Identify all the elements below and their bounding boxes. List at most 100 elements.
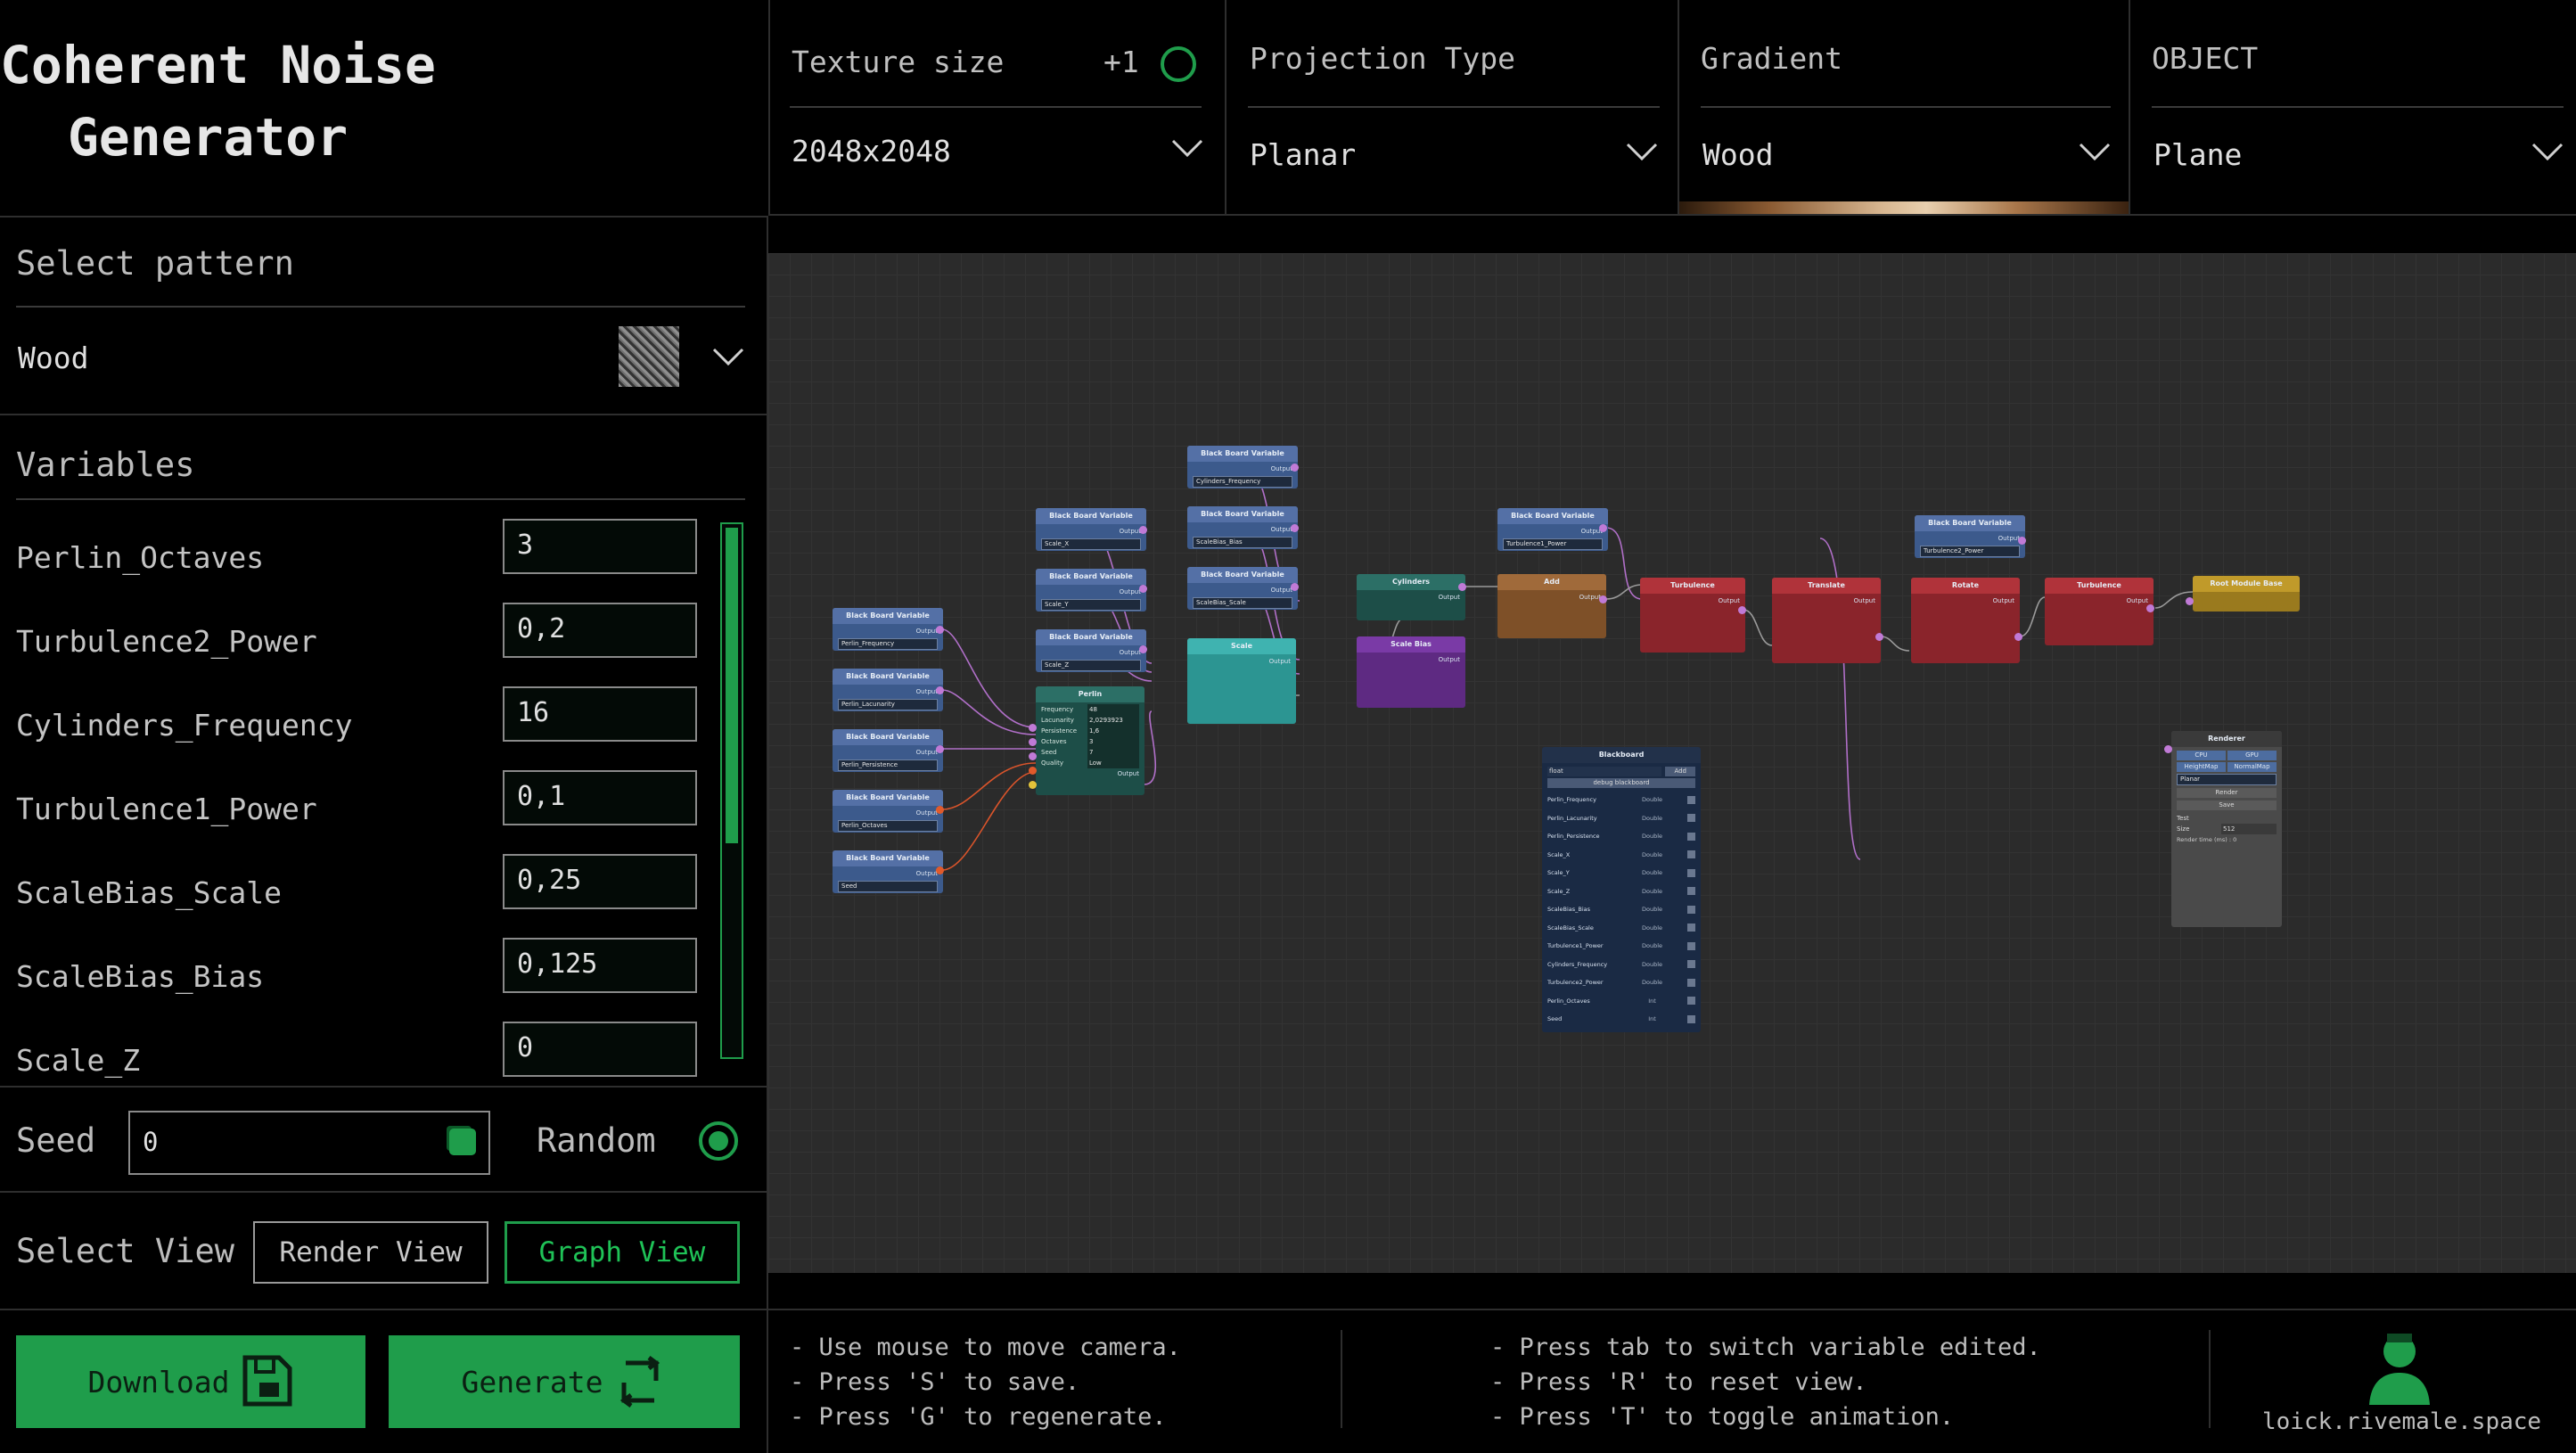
bb-row-checkbox[interactable]	[1687, 1014, 1695, 1023]
perlin-value[interactable]: 7	[1087, 747, 1139, 758]
node-port[interactable]	[1291, 583, 1299, 591]
blackboard-variable-node[interactable]: Black Board Variable Output Scale_Z	[1036, 629, 1146, 672]
bb-row-checkbox[interactable]	[1686, 941, 1695, 950]
variable-input[interactable]: 0,2	[503, 603, 697, 658]
blackboard-variable-node[interactable]: Black Board Variable Output Seed	[833, 850, 943, 893]
renderer-option[interactable]: HeightMap	[2177, 762, 2226, 772]
bb-row-checkbox[interactable]	[1686, 905, 1695, 914]
bb-row-checkbox[interactable]	[1686, 832, 1695, 841]
renderer-save-button[interactable]: Save	[2177, 800, 2277, 810]
variable-input[interactable]: 0,125	[503, 938, 697, 993]
variable-input[interactable]: 0,25	[503, 854, 697, 909]
node-port[interactable]	[1029, 781, 1037, 789]
node-port[interactable]	[2186, 597, 2194, 605]
node-field[interactable]: Scale_Y	[1041, 599, 1141, 611]
blackboard-variable-node[interactable]: Black Board Variable Output Perlin_Lacunar…	[833, 669, 943, 711]
generate-button[interactable]: Generate	[389, 1335, 740, 1428]
node-port[interactable]	[1599, 595, 1607, 603]
renderer-option[interactable]: GPU	[2227, 751, 2277, 760]
node-port[interactable]	[1291, 464, 1299, 472]
node-field[interactable]: Cylinders_Frequency	[1193, 476, 1292, 488]
pattern-select[interactable]: Wood	[16, 321, 745, 396]
renderer-node[interactable]: Renderer CPU GPU HeightMap NormalMap Planar Re…	[2171, 731, 2282, 927]
blackboard-variable-node[interactable]: Black Board Variable Output ScaleBias_Bias	[1187, 506, 1298, 549]
blackboard-panel[interactable]: Blackboard float Add debug blackboard Perlin…	[1542, 747, 1701, 1032]
bb-type[interactable]: float	[1547, 767, 1662, 776]
graph-view[interactable]: Black Board Variable Output Perlin_Frequen…	[768, 253, 2576, 1273]
renderer-test[interactable]: Test	[2177, 813, 2277, 824]
node-port[interactable]	[1139, 585, 1147, 593]
blackboard-variable-node[interactable]: Black Board Variable Output Turbulence1_Po…	[1497, 508, 1608, 551]
object-select[interactable]: Plane	[2152, 125, 2564, 182]
variables-scrollbar-thumb[interactable]	[726, 528, 738, 843]
bb-row-checkbox[interactable]	[1686, 887, 1695, 896]
variable-input[interactable]: 16	[503, 686, 697, 742]
node-port[interactable]	[936, 806, 944, 814]
node-port[interactable]	[936, 866, 944, 874]
node-field[interactable]: Perlin_Persistence	[838, 759, 938, 771]
node-port[interactable]	[2146, 604, 2154, 612]
bb-row-checkbox[interactable]	[1686, 978, 1695, 987]
texture-size-select[interactable]: 2048x2048	[790, 125, 1203, 182]
node-port[interactable]	[1029, 767, 1037, 775]
node-port[interactable]	[1291, 524, 1299, 532]
bb-debug-button[interactable]: debug blackboard	[1547, 778, 1695, 788]
bb-row-checkbox[interactable]	[1686, 924, 1695, 932]
node-field[interactable]: Scale_Z	[1041, 660, 1141, 671]
bb-row-checkbox[interactable]	[1686, 814, 1695, 823]
bb-row-checkbox[interactable]	[1687, 997, 1695, 1006]
blackboard-variable-node[interactable]: Black Board Variable Output Scale_Y	[1036, 569, 1146, 612]
seed-input[interactable]: 0	[128, 1111, 490, 1175]
download-button[interactable]: Download	[16, 1335, 365, 1428]
scale-node[interactable]: Scale Output	[1187, 638, 1296, 724]
scale-bias-node[interactable]: Scale Bias Output	[1357, 636, 1465, 708]
node-port[interactable]	[1139, 645, 1147, 653]
variables-scrollbar[interactable]	[720, 522, 743, 1059]
node-port[interactable]	[2018, 537, 2026, 545]
renderer-option[interactable]: NormalMap	[2227, 762, 2277, 772]
node-port[interactable]	[1458, 583, 1466, 591]
texture-toggle-icon[interactable]	[1161, 46, 1196, 82]
node-field[interactable]: Perlin_Lacunarity	[838, 699, 938, 710]
blackboard-variable-node[interactable]: Black Board Variable Output Scale_X	[1036, 508, 1146, 551]
node-port[interactable]	[1029, 752, 1037, 760]
node-port[interactable]	[2164, 745, 2172, 753]
turbulence-node[interactable]: Turbulence Output	[2045, 578, 2154, 645]
node-field[interactable]: Turbulence1_Power	[1503, 538, 1603, 550]
node-port[interactable]	[1875, 633, 1883, 641]
blackboard-variable-node[interactable]: Black Board Variable Output Perlin_Persist…	[833, 729, 943, 772]
node-port[interactable]	[1029, 738, 1037, 746]
perlin-value[interactable]: 3	[1087, 736, 1139, 747]
variable-input[interactable]: 0,1	[503, 770, 697, 825]
node-field[interactable]: Turbulence2_Power	[1920, 546, 2020, 557]
renderer-render-button[interactable]: Render	[2177, 788, 2277, 798]
blackboard-variable-node[interactable]: Black Board Variable Output Perlin_Frequen…	[833, 608, 943, 651]
node-field[interactable]: Planar	[2177, 774, 2277, 785]
rotate-node[interactable]: Rotate Output	[1911, 578, 2020, 663]
bb-row-checkbox[interactable]	[1686, 960, 1695, 969]
blackboard-variable-node[interactable]: Black Board Variable Output ScaleBias_Scal…	[1187, 567, 1298, 610]
node-port[interactable]	[1738, 606, 1746, 614]
node-port[interactable]	[936, 686, 944, 694]
texture-increment[interactable]: +1	[1103, 45, 1139, 79]
variable-input[interactable]: 3	[503, 519, 697, 574]
perlin-node[interactable]: Perlin Frequency 48 Lacunarity 2,0293923 Pers…	[1036, 686, 1144, 795]
blackboard-variable-node[interactable]: Black Board Variable Output Turbulence2_Po…	[1915, 515, 2025, 558]
bb-row-checkbox[interactable]	[1686, 795, 1695, 804]
author-avatar[interactable]	[2364, 1326, 2435, 1407]
add-node[interactable]: Add Output	[1497, 574, 1606, 638]
node-field[interactable]: ScaleBias_Scale	[1193, 597, 1292, 609]
node-field[interactable]: Perlin_Frequency	[838, 638, 938, 650]
perlin-value[interactable]: 2,0293923	[1087, 715, 1139, 726]
node-port[interactable]	[1599, 524, 1607, 532]
dice-icon[interactable]	[449, 1129, 476, 1155]
bb-add-button[interactable]: Add	[1665, 767, 1695, 776]
node-field[interactable]: Seed	[838, 881, 938, 892]
cylinders-node[interactable]: Cylinders Output	[1357, 574, 1465, 620]
translate-node[interactable]: Translate Output	[1772, 578, 1881, 663]
node-port[interactable]	[936, 745, 944, 753]
perlin-value[interactable]: 48	[1087, 704, 1139, 715]
perlin-value[interactable]: Low	[1087, 758, 1139, 768]
bb-row-checkbox[interactable]	[1686, 868, 1695, 877]
turbulence-node[interactable]: Turbulence Output	[1640, 578, 1745, 653]
